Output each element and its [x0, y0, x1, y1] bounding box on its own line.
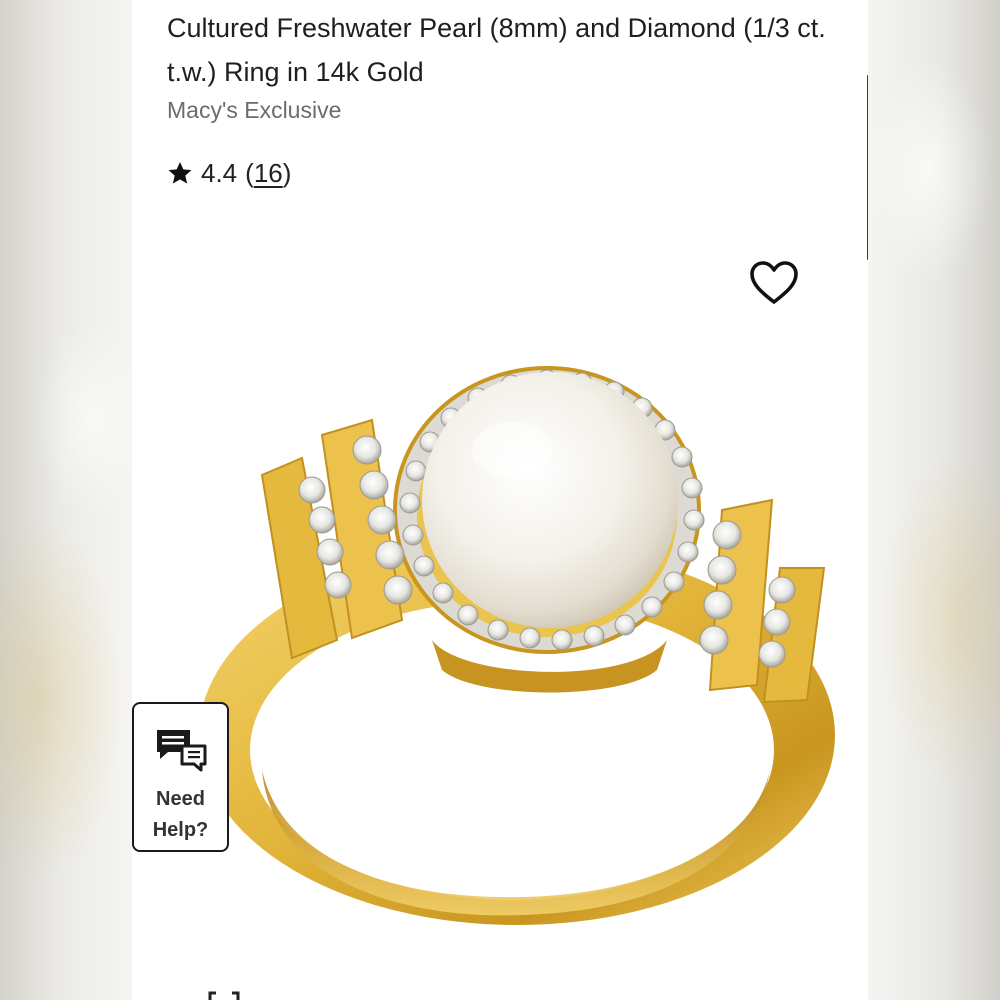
product-title: Cultured Freshwater Pearl (8mm) and Diam…	[167, 13, 826, 87]
review-count[interactable]: 16	[254, 158, 283, 188]
background-blur-right	[868, 0, 1000, 1000]
product-brand: Macy's Exclusive	[167, 97, 342, 123]
chat-bubbles-icon	[156, 730, 206, 772]
product-panel: Cultured Freshwater Pearl (8mm) and Diam…	[132, 0, 868, 1000]
scroll-indicator[interactable]	[867, 75, 868, 260]
product-image[interactable]	[162, 340, 862, 960]
pearl	[422, 372, 678, 628]
rating-value: 4.4	[201, 157, 238, 188]
need-help-line2: Help?	[152, 819, 209, 841]
heart-outline-icon[interactable]	[749, 260, 799, 306]
product-rating: 4.4 (16)	[167, 155, 291, 191]
need-help-button[interactable]: Need Help?	[132, 702, 229, 852]
review-count-link[interactable]: (16)	[245, 158, 291, 189]
star-icon	[168, 161, 192, 184]
partial-icon	[208, 991, 240, 1000]
need-help-label: Need Help?	[141, 784, 221, 846]
background-blur-left	[0, 0, 132, 1000]
need-help-line1: Need	[156, 788, 205, 810]
